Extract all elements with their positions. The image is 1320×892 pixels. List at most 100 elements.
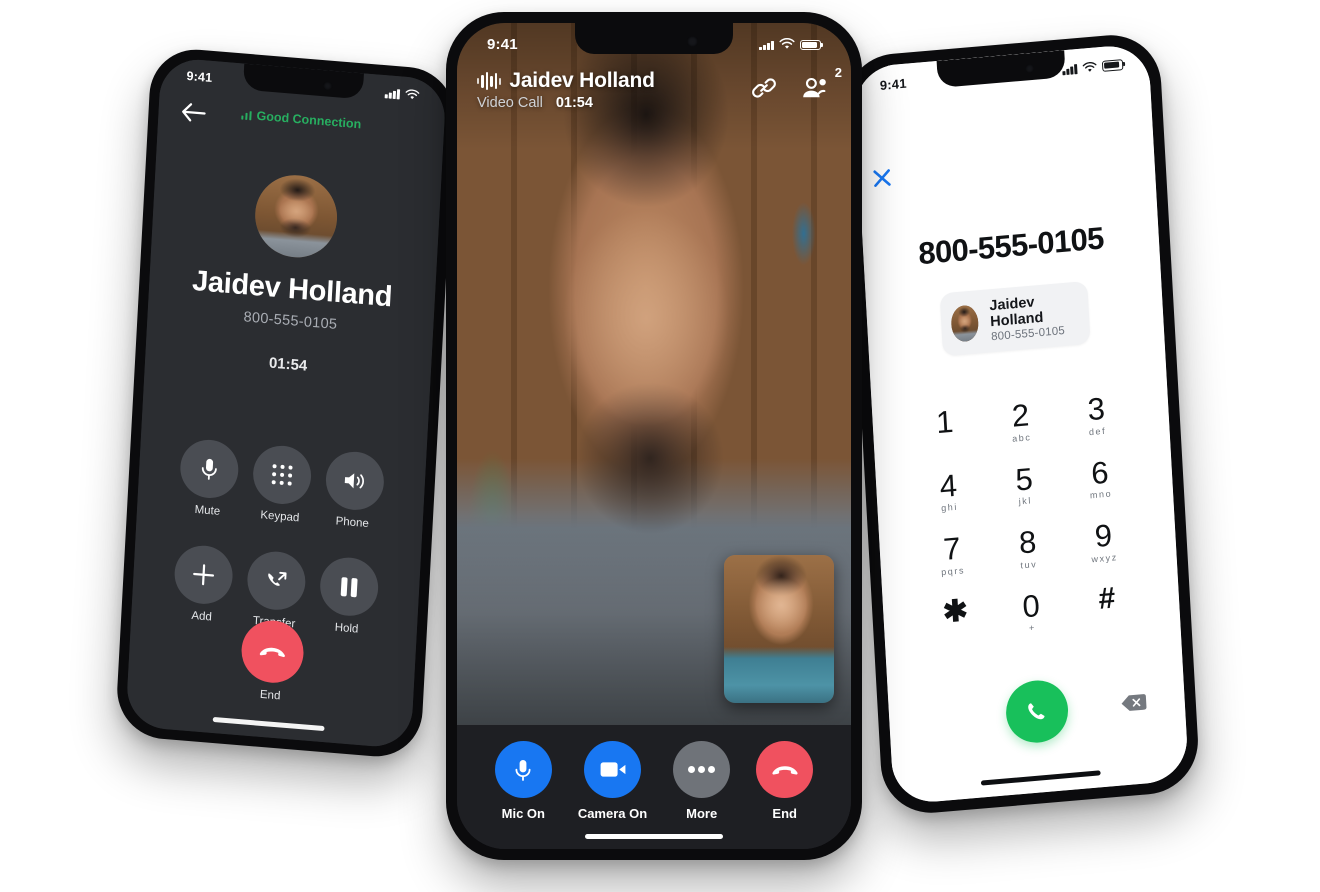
dial-key-5[interactable]: 5 jkl [992,461,1056,510]
keypad-knob [251,443,313,507]
back-arrow-icon[interactable] [180,101,207,125]
dial-key-letters: tuv [1020,558,1038,571]
notch [242,63,364,100]
dial-key-hash[interactable]: # [1075,581,1139,630]
wifi-icon [405,88,420,99]
avatar [950,303,980,343]
wifi-icon [1082,61,1097,72]
notch [575,23,733,54]
end-label: End [772,806,797,821]
call-header: Jaidev Holland Video Call 01:54 2 [457,65,851,125]
more-options-button[interactable]: More [673,741,731,821]
mic-toggle-button[interactable]: Mic On [494,741,552,821]
dial-key-2[interactable]: 2 abc [989,397,1053,446]
dial-key-digit: 0 [1021,587,1041,625]
dial-key-8[interactable]: 8 tuv [996,524,1060,573]
end-call-knob [756,741,814,798]
keypad-dots-icon [271,464,293,486]
call-controls-grid: Mute Keypad Phone Add Hold [131,434,426,640]
keypad-button[interactable]: Keypad [251,443,313,526]
home-indicator [980,770,1101,786]
phone-right-screen: 9:41 800-555-0105 Jaidev Holland 800-555… [852,42,1190,806]
call-header-title-row: Jaidev Holland [477,69,749,93]
camera-toggle-button[interactable]: Camera On [578,741,647,821]
phone-left-bezel: 9:41 Good Connection Jaidev Holland 800-… [125,56,447,750]
camera-label: Camera On [577,806,648,821]
hangup-icon [259,647,285,658]
participants-button[interactable]: 2 [799,65,842,102]
plus-icon [193,564,215,586]
microphone-icon [515,759,531,781]
dial-key-9[interactable]: 9 wxyz [1072,518,1136,567]
phone-center-bezel: 9:41 Jaidev Holland Video Call 01:54 2 M… [457,23,851,849]
add-knob [173,543,235,607]
contact-card-text: Jaidev Holland 800-555-0105 [989,292,1068,343]
dial-key-letters: pqrs [940,565,966,578]
dial-key-digit: 8 [1018,524,1038,561]
dial-key-1[interactable]: 1 [913,404,977,453]
dial-key-0[interactable]: 0 + [999,588,1063,637]
call-button[interactable] [1004,677,1070,746]
end-call-button[interactable]: End [239,618,306,704]
dialpad: 1 2 abc 3 def 4 ghi 5 jkl 6 mno 7 pqrs 8 tuv 9w… [906,390,1146,644]
speaker-button[interactable]: Phone [323,449,386,532]
call-header-name: Jaidev Holland [509,69,655,92]
end-call-knob [239,618,306,686]
speaker-icon [344,473,364,489]
status-icons [1062,59,1124,75]
participants-count-badge: 2 [834,65,842,80]
left-top-bar: Good Connection [158,97,445,150]
dial-key-digit: 7 [942,530,962,568]
close-x-icon[interactable] [869,165,894,191]
phone-left-in-call: 9:41 Good Connection Jaidev Holland 800-… [114,45,458,761]
transfer-knob [245,549,307,613]
dial-key-letters: def [1088,425,1107,437]
mute-label: Mute [194,503,221,518]
phone-right-bezel: 9:41 800-555-0105 Jaidev Holland 800-555… [852,42,1190,806]
backspace-icon[interactable] [1120,691,1147,714]
dial-key-digit: 5 [1014,460,1034,498]
video-camera-icon [600,762,625,777]
front-camera-icon [687,36,699,48]
mic-label: Mic On [501,806,545,821]
dial-key-digit: 4 [938,467,958,504]
dial-key-4[interactable]: 4 ghi [917,467,981,516]
hold-button[interactable]: Hold [317,555,380,637]
call-transfer-icon [268,571,287,586]
call-header-info: Jaidev Holland Video Call 01:54 [477,69,749,111]
dial-key-letters: abc [1011,431,1032,444]
avatar [253,171,340,261]
contact-suggestion-card[interactable]: Jaidev Holland 800-555-0105 [939,280,1091,357]
hold-knob [318,555,380,619]
add-label: Add [191,609,213,624]
dial-key-star[interactable]: ✱ [924,594,988,643]
call-header-subtitle: Video Call 01:54 [477,95,749,111]
dial-key-digit: 6 [1090,454,1110,491]
more-dots-icon [688,766,716,773]
dial-key-3[interactable]: 3 def [1065,391,1129,440]
dial-key-letters [956,629,957,640]
microphone-icon [202,458,218,480]
dial-key-6[interactable]: 6 mno [1068,454,1132,503]
mute-knob [179,437,241,501]
pause-icon [340,576,358,597]
avatar-photo [950,303,980,343]
keypad-label: Keypad [260,509,300,525]
call-type-label: Video Call [477,95,543,111]
camera-knob [584,741,641,798]
self-view-video[interactable] [724,555,834,703]
dial-key-digit: 2 [1010,397,1031,434]
front-camera-icon [1025,64,1035,74]
connection-label: Good Connection [256,108,362,132]
phone-left-screen: 9:41 Good Connection Jaidev Holland 800-… [125,56,447,750]
call-timer: 01:54 [268,354,308,375]
dial-key-digit: 3 [1086,390,1106,428]
dial-key-digit: ✱ [941,593,969,630]
mute-button[interactable]: Mute [178,437,241,520]
dial-key-7[interactable]: 7 pqrs [920,531,984,580]
link-icon[interactable] [749,73,779,103]
dial-key-letters: jkl [1018,495,1033,507]
add-call-button[interactable]: Add [172,543,235,625]
end-call-button[interactable]: End [756,741,814,821]
front-camera-icon [322,81,333,91]
